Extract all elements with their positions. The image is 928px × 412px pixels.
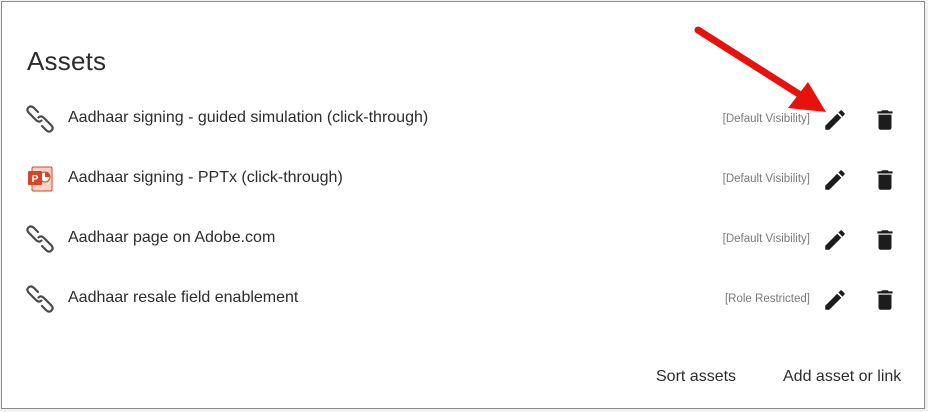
panel-title: Assets bbox=[27, 46, 107, 76]
visibility-label: [Role Restricted] bbox=[724, 293, 810, 305]
delete-trash-icon[interactable] bbox=[872, 227, 898, 253]
asset-title-pptx[interactable]: Aadhaar signing - PPTx (click-through) bbox=[68, 169, 343, 187]
edit-pencil-icon[interactable] bbox=[822, 287, 848, 313]
svg-text:P: P bbox=[32, 174, 39, 185]
powerpoint-file-icon: P bbox=[28, 166, 53, 192]
edit-pencil-icon[interactable] bbox=[822, 167, 848, 193]
asset-title-link[interactable]: Aadhaar resale field enablement bbox=[68, 289, 298, 307]
delete-trash-icon[interactable] bbox=[872, 167, 898, 193]
link-icon bbox=[26, 105, 54, 133]
link-icon bbox=[26, 285, 54, 313]
delete-trash-icon[interactable] bbox=[872, 287, 898, 313]
asset-title-link[interactable]: Aadhaar page on Adobe.com bbox=[68, 229, 275, 247]
edit-pencil-icon[interactable] bbox=[822, 107, 848, 133]
asset-row: P Aadhaar signing - PPTx (click-through)… bbox=[2, 159, 926, 199]
asset-title-link[interactable]: Aadhaar signing - guided simulation (cli… bbox=[68, 109, 428, 127]
visibility-label: [Default Visibility] bbox=[722, 173, 810, 185]
sort-assets-link[interactable]: Sort assets bbox=[656, 368, 736, 386]
edit-pencil-icon[interactable] bbox=[822, 227, 848, 253]
delete-trash-icon[interactable] bbox=[872, 107, 898, 133]
asset-row: Aadhaar page on Adobe.com [Default Visib… bbox=[2, 219, 926, 259]
add-asset-link[interactable]: Add asset or link bbox=[783, 368, 901, 386]
asset-row: Aadhaar resale field enablement [Role Re… bbox=[2, 279, 926, 319]
assets-panel: Assets Aadhaar signing - guided simulati… bbox=[1, 1, 925, 409]
visibility-label: [Default Visibility] bbox=[722, 113, 810, 125]
asset-row: Aadhaar signing - guided simulation (cli… bbox=[2, 99, 926, 139]
visibility-label: [Default Visibility] bbox=[722, 233, 810, 245]
link-icon bbox=[26, 225, 54, 253]
